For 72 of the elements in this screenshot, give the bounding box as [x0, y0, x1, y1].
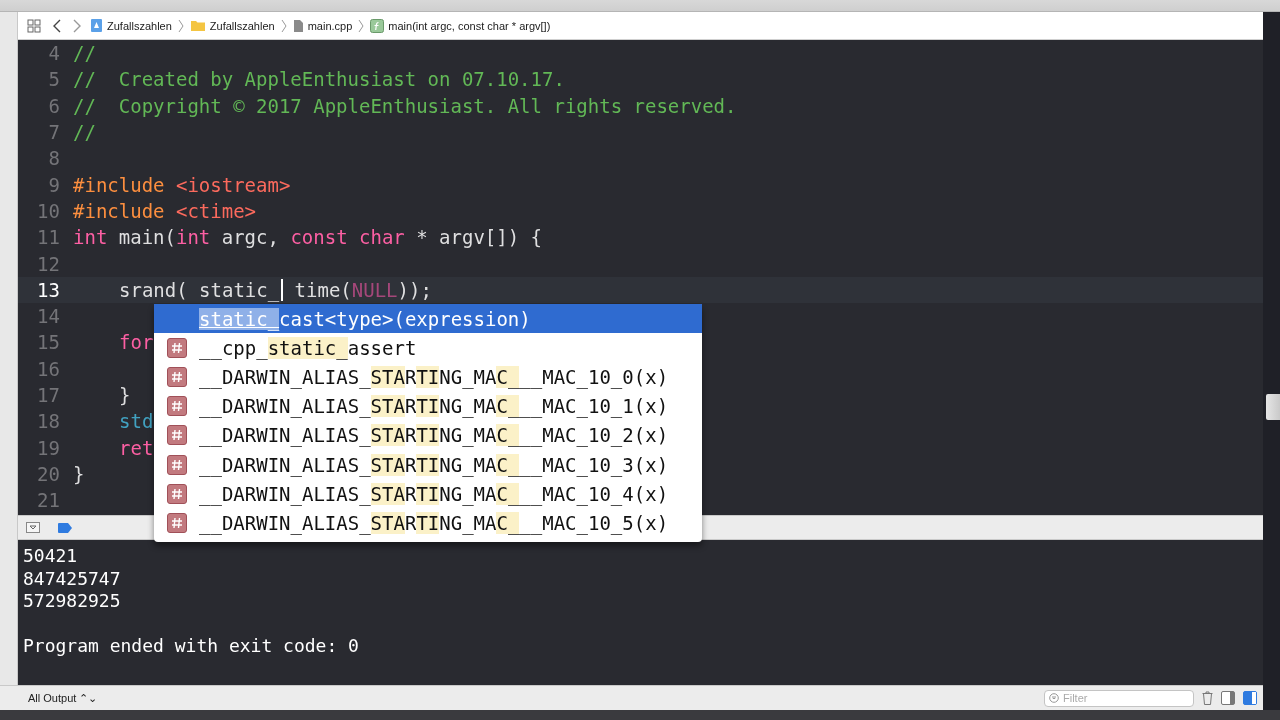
completion-item[interactable]: __DARWIN_ALIAS_STARTING_MAC___MAC_10_0(x) [154, 362, 702, 392]
line-number: 17 [36, 384, 60, 406]
line-number: 11 [36, 226, 60, 249]
breadcrumb-item[interactable]: Zufallszahlen [107, 19, 172, 32]
line-number: 7 [47, 121, 60, 144]
hash-icon [166, 454, 187, 475]
exit-status: Program ended with exit code: 0 [23, 634, 359, 657]
code-line: for [118, 331, 154, 354]
trash-icon[interactable] [1202, 691, 1213, 705]
line-number: 16 [36, 357, 60, 380]
function-icon [370, 18, 385, 33]
code-line: #include <ctime> [73, 199, 257, 222]
code-line: srand( static_ time(NULL)); [118, 278, 432, 301]
code-line: // Copyright © 2017 AppleEnthusiast. All rights reserved. [73, 94, 737, 117]
hash-icon [166, 425, 187, 446]
hash-icon [166, 483, 187, 504]
folder-icon [189, 19, 206, 32]
line-number: 20 [36, 462, 60, 485]
chevron-separator-icon [280, 18, 287, 33]
line-number: 4 [47, 42, 60, 65]
hash-icon [166, 366, 187, 387]
pane-toggle-button[interactable] [1221, 691, 1235, 705]
console-line: 50421 [23, 545, 78, 568]
text-cursor [281, 278, 284, 301]
chevron-separator-icon [358, 18, 365, 33]
line-number: 13 [36, 278, 60, 301]
code-line: ret [118, 436, 154, 459]
code-line: #include <iostream> [73, 173, 291, 196]
line-number: 15 [36, 331, 60, 354]
output-selector[interactable]: All Output ⌃⌄ [8, 691, 98, 705]
completion-item[interactable]: __DARWIN_ALIAS_STARTING_MAC___MAC_10_5(x) [154, 508, 702, 538]
console-line: 847425747 [23, 567, 121, 590]
line-number: 9 [47, 173, 60, 196]
pane-toggle-button[interactable] [1243, 691, 1257, 705]
filter-field[interactable]: Filter [1044, 689, 1194, 707]
code-line: // [73, 42, 96, 65]
code-line: // [73, 121, 96, 144]
breadcrumb-item[interactable]: main(int argc, const char * argv[]) [388, 19, 551, 32]
completion-item[interactable]: static_cast<type>(expression) [154, 304, 702, 334]
line-number: 8 [47, 147, 60, 170]
breadcrumb-item[interactable]: Zufallszahlen [209, 19, 275, 32]
chevron-separator-icon [177, 18, 184, 33]
code-line: // Created by AppleEnthusiast on 07.10.17. [73, 68, 565, 91]
completion-item[interactable]: __DARWIN_ALIAS_STARTING_MAC___MAC_10_4(x) [154, 479, 702, 509]
line-number: 14 [36, 305, 60, 328]
line-number: 19 [36, 436, 60, 459]
line-number: 5 [47, 68, 60, 91]
hash-icon [166, 337, 187, 358]
line-number: 18 [36, 410, 60, 433]
completion-item[interactable]: __cpp_static_assert [154, 333, 702, 363]
hash-icon [166, 396, 187, 417]
code-line: } [118, 384, 131, 406]
breadcrumb-item[interactable]: main.cpp [307, 19, 353, 32]
project-icon [90, 18, 103, 33]
file-icon [292, 18, 304, 33]
grid-icon[interactable] [24, 18, 44, 33]
hide-panel-icon[interactable] [26, 522, 40, 533]
line-number: 10 [36, 199, 60, 222]
scrollbar-thumb[interactable] [1266, 394, 1280, 420]
code-line: std [118, 410, 154, 433]
line-number: 6 [47, 94, 60, 117]
breakpoint-icon[interactable] [58, 522, 72, 533]
completion-item[interactable]: __DARWIN_ALIAS_STARTING_MAC___MAC_10_3(x) [154, 449, 702, 480]
console-line: 572982925 [23, 590, 121, 613]
code-line: } [73, 462, 85, 485]
code-line: int main(int argc, const char * argv[]) { [73, 226, 543, 249]
hash-icon [166, 512, 187, 533]
completion-item[interactable]: __DARWIN_ALIAS_STARTING_MAC___MAC_10_1(x) [154, 391, 702, 421]
line-number: 21 [36, 489, 60, 512]
completion-item[interactable]: __DARWIN_ALIAS_STARTING_MAC___MAC_10_2(x) [154, 420, 702, 450]
line-number: 12 [36, 252, 60, 275]
filter-icon [1049, 693, 1059, 703]
